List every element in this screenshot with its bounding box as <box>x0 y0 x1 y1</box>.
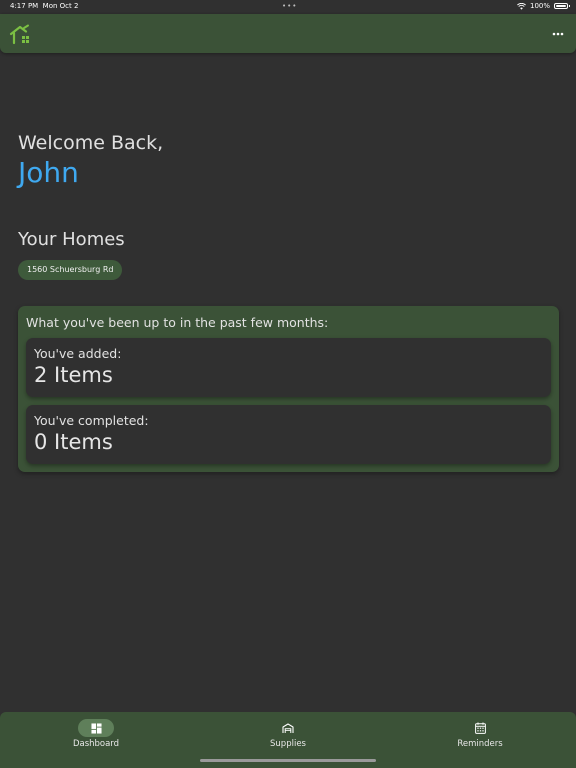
app-screen: 4:17 PM Mon Oct 2 ••• 100% Welcome Back,… <box>0 0 576 768</box>
more-horizontal-icon <box>552 32 564 36</box>
items-added-label: You've added: <box>34 346 122 361</box>
nav-icon-container <box>270 719 306 737</box>
items-added-card[interactable]: You've added: 2 Items <box>26 338 551 397</box>
home-indicator[interactable] <box>200 759 376 762</box>
dashboard-grid-icon <box>90 722 102 734</box>
items-completed-card[interactable]: You've completed: 0 Items <box>26 405 551 464</box>
status-date-text: Mon Oct 2 <box>42 2 79 10</box>
calendar-icon <box>474 722 486 734</box>
homes-section-title: Your Homes <box>18 229 125 250</box>
status-time: 4:17 PM Mon Oct 2 <box>10 2 78 10</box>
nav-item-dashboard[interactable]: Dashboard <box>36 712 156 760</box>
garage-icon <box>282 722 294 733</box>
wifi-icon <box>517 2 526 10</box>
nav-label-reminders: Reminders <box>457 739 503 749</box>
nav-active-indicator <box>78 719 114 737</box>
battery-icon <box>554 3 570 9</box>
top-app-bar <box>0 14 576 53</box>
more-options-button[interactable] <box>548 24 568 44</box>
nav-item-reminders[interactable]: Reminders <box>420 712 540 760</box>
nav-item-supplies[interactable]: Supplies <box>228 712 348 760</box>
nav-label-dashboard: Dashboard <box>72 739 120 749</box>
multitasking-dots[interactable]: ••• <box>282 2 297 10</box>
status-time-text: 4:17 PM <box>10 2 39 10</box>
activity-summary-card: What you've been up to in the past few m… <box>18 306 559 472</box>
status-indicators: 100% <box>517 2 570 10</box>
nav-label-supplies: Supplies <box>270 739 306 749</box>
welcome-text: Welcome Back, <box>18 132 164 154</box>
battery-percentage: 100% <box>529 2 550 10</box>
items-completed-label: You've completed: <box>34 413 149 428</box>
house-check-icon[interactable] <box>8 22 32 46</box>
items-added-value: 2 Items <box>34 363 113 387</box>
user-name: John <box>18 156 79 189</box>
nav-icon-container <box>462 719 498 737</box>
home-chip[interactable]: 1560 Schuersburg Rd <box>18 260 123 280</box>
status-bar: 4:17 PM Mon Oct 2 ••• 100% <box>0 0 576 14</box>
items-completed-value: 0 Items <box>34 430 113 454</box>
summary-heading: What you've been up to in the past few m… <box>26 315 329 330</box>
